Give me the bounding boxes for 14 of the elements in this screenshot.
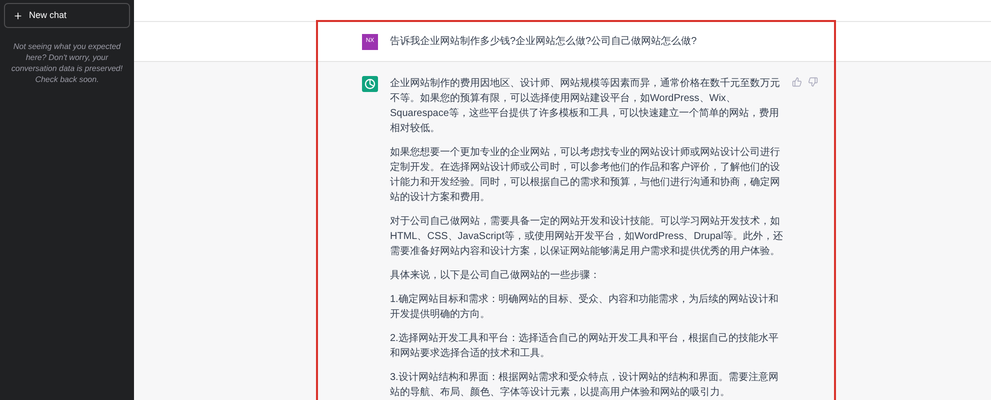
plus-icon [13, 10, 23, 20]
user-message: 告诉我企业网站制作多少钱?企业网站怎么做?公司自己做网站怎么做? [390, 34, 697, 49]
assistant-logo-icon [362, 76, 378, 92]
answer-paragraph: 3.设计网站结构和界面：根据网站需求和受众特点，设计网站的结构和界面。需要注意网站的导航、布局、颜色、字体等设计元素，以提高用户体验和网站的吸引力。 [390, 370, 780, 400]
answer-paragraph: 如果您想要一个更加专业的企业网站，可以考虑找专业的网站设计师或网站设计公司进行定制开发。在选择网站设计师或公司时，可以参考他们的作品和客户评价，了解他们的设计能力和开发经验。同时，可以根据自己的需求和预算，与他们进行沟通和协商，确定网站的设计方案和费用。 [390, 146, 781, 205]
answer-paragraph: 对于公司自己做网站，需要具备一定的网站开发和设计技能。可以学习网站开发技术，如HTML、CSS、JavaScript等，或使用网站开发平台，如WordPress、Drupal等。此外，还需要准备好网站内容和设计方案，以保证网站能够满足用户需求和提供优秀的用户体验。 [390, 214, 784, 259]
answer-paragraph: 具体来说，以下是公司自己做网站的一些步骤： [390, 268, 601, 283]
answer-paragraph: 企业网站制作的费用因地区、设计师、网站规模等因素而异，通常价格在数千元至数万元不等。如果您的预算有限，可以选择使用网站建设平台，如WordPress、Wix、Squarespace等，这些平台提供了许多模板和工具，可以快速建立一个简单的网站，费用相对较低。 [390, 76, 781, 136]
answer-paragraph: 2.选择网站开发工具和平台：选择适合自己的网站开发工具和平台，根据自己的技能水平和网站要求选择合适的技术和工具。 [390, 332, 780, 361]
thumbs-down-icon[interactable] [808, 77, 818, 87]
notice-text: Not seeing what you expected here? Don't worry, your conversation data is preserved! Check back soon. [10, 41, 124, 85]
thumbs-up-icon[interactable] [792, 77, 802, 87]
answer-paragraph: 1.确定网站目标和需求：明确网站的目标、受众、内容和功能需求，为后续的网站设计和开发提供明确的方向。 [390, 292, 780, 322]
new-chat-button[interactable]: New chat [4, 3, 130, 28]
